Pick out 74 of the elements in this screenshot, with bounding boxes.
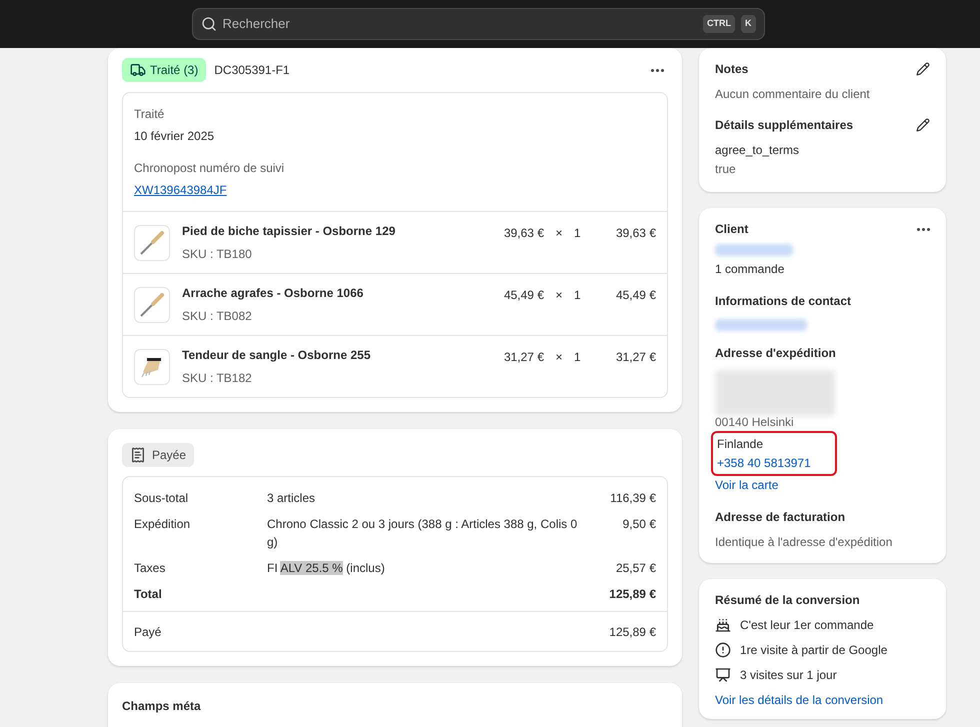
section-title: Adresse de facturation: [715, 509, 846, 526]
map-link[interactable]: Voir la carte: [715, 476, 930, 494]
search-field[interactable]: Rechercher: [222, 14, 697, 34]
paid-amount: 125,89 €: [609, 624, 656, 640]
status-badge: Traité (3): [122, 58, 206, 82]
product-sku: SKU : TB082: [182, 308, 253, 325]
product-name[interactable]: Tendeur de sangle - Osborne 255: [182, 346, 452, 364]
key-hint: CTRL: [703, 15, 735, 33]
summary-amount: 116,39 €: [610, 490, 656, 507]
product-name[interactable]: Arrache agrafes - Osborne 1066: [182, 284, 452, 302]
status-label: Traité: [134, 106, 166, 123]
more-button[interactable]: [917, 228, 930, 230]
tracking-label: Chronopost numéro de suivi: [134, 160, 286, 177]
summary-amount: 25,57 €: [616, 560, 656, 577]
section-title: Adresse d'expédition: [715, 345, 837, 362]
quantity: 1: [574, 349, 582, 366]
truck-icon: [130, 62, 146, 78]
section-title: Informations de contact: [715, 293, 852, 310]
unit-price: 39,63 €: [502, 225, 544, 242]
line-total: 31,27 €: [614, 349, 656, 366]
summary-detail: Chrono Classic 2 ou 3 jours (388 g : Articles 388 g, Colis 0 g): [267, 517, 578, 549]
presentation-icon: [715, 667, 731, 683]
more-icon: [651, 68, 664, 72]
phone-link[interactable]: +358 40 5813971: [717, 454, 811, 472]
product-name[interactable]: Pied de biche tapissier - Osborne 129: [182, 222, 452, 240]
cake-icon: [715, 617, 731, 633]
receipt-icon: [130, 447, 146, 463]
quantity: 1: [574, 287, 582, 304]
product-sku: SKU : TB180: [182, 246, 253, 263]
edit-button[interactable]: [916, 118, 930, 132]
unit-price: 45,49 €: [502, 287, 544, 304]
summary-amount: 125,89 €: [609, 586, 656, 603]
attribute-key: agree_to_terms: [715, 141, 930, 159]
fulfillment-date: 10 février 2025: [134, 128, 216, 145]
unit-price: 31,27 €: [502, 349, 544, 366]
conversion-item: 3 visites sur 1 jour: [740, 667, 837, 684]
summary-label: Taxes: [134, 560, 166, 577]
search-icon: [200, 16, 216, 32]
quantity: 1: [574, 225, 582, 242]
summary-label: Sous-total: [134, 490, 190, 507]
summary-detail: FI ALV 25.5 % (inclus): [267, 561, 385, 575]
country: Finlande: [717, 436, 764, 453]
section-title: Détails supplémentaires: [715, 117, 854, 134]
search-bar[interactable]: Rechercher CTRL K: [192, 8, 764, 40]
summary-label: Expédition: [134, 516, 192, 533]
address-line: 00140 Helsinki: [715, 414, 795, 431]
edit-button[interactable]: [916, 62, 930, 76]
summary-detail: 3 articles: [267, 491, 316, 505]
section-title: Notes: [715, 61, 748, 78]
billing-text: Identique à l'adresse d'expédition: [715, 534, 894, 551]
section-title: Client: [715, 221, 748, 238]
section-title: Champs méta: [122, 699, 201, 713]
product-sku: SKU : TB182: [182, 370, 253, 387]
tracking-link[interactable]: XW139643984JF: [134, 181, 227, 199]
times-sign: ×: [554, 287, 564, 304]
paid-label: Payé: [134, 624, 162, 640]
more-icon: [917, 228, 930, 230]
summary-amount: 9,50 €: [622, 516, 656, 533]
times-sign: ×: [554, 225, 564, 242]
fulfillment-id: DC305391-F1: [214, 62, 290, 79]
order-count: 1 commande: [715, 261, 786, 278]
conversion-item: 1re visite à partir de Google: [740, 642, 888, 659]
summary-label: Total: [134, 586, 163, 603]
attribute-value: true: [715, 161, 737, 178]
line-total: 45,49 €: [614, 287, 656, 304]
info-icon: [715, 642, 731, 658]
section-title: Résumé de la conversion: [715, 592, 861, 609]
payment-badge: Payée: [122, 443, 194, 467]
key-hint: K: [741, 15, 756, 33]
notes-text: Aucun commentaire du client: [715, 86, 871, 103]
line-total: 39,63 €: [614, 225, 656, 242]
conversion-item: C'est leur 1er commande: [740, 617, 874, 634]
times-sign: ×: [554, 349, 564, 366]
conversion-link[interactable]: Voir les détails de la conversion: [715, 691, 930, 709]
